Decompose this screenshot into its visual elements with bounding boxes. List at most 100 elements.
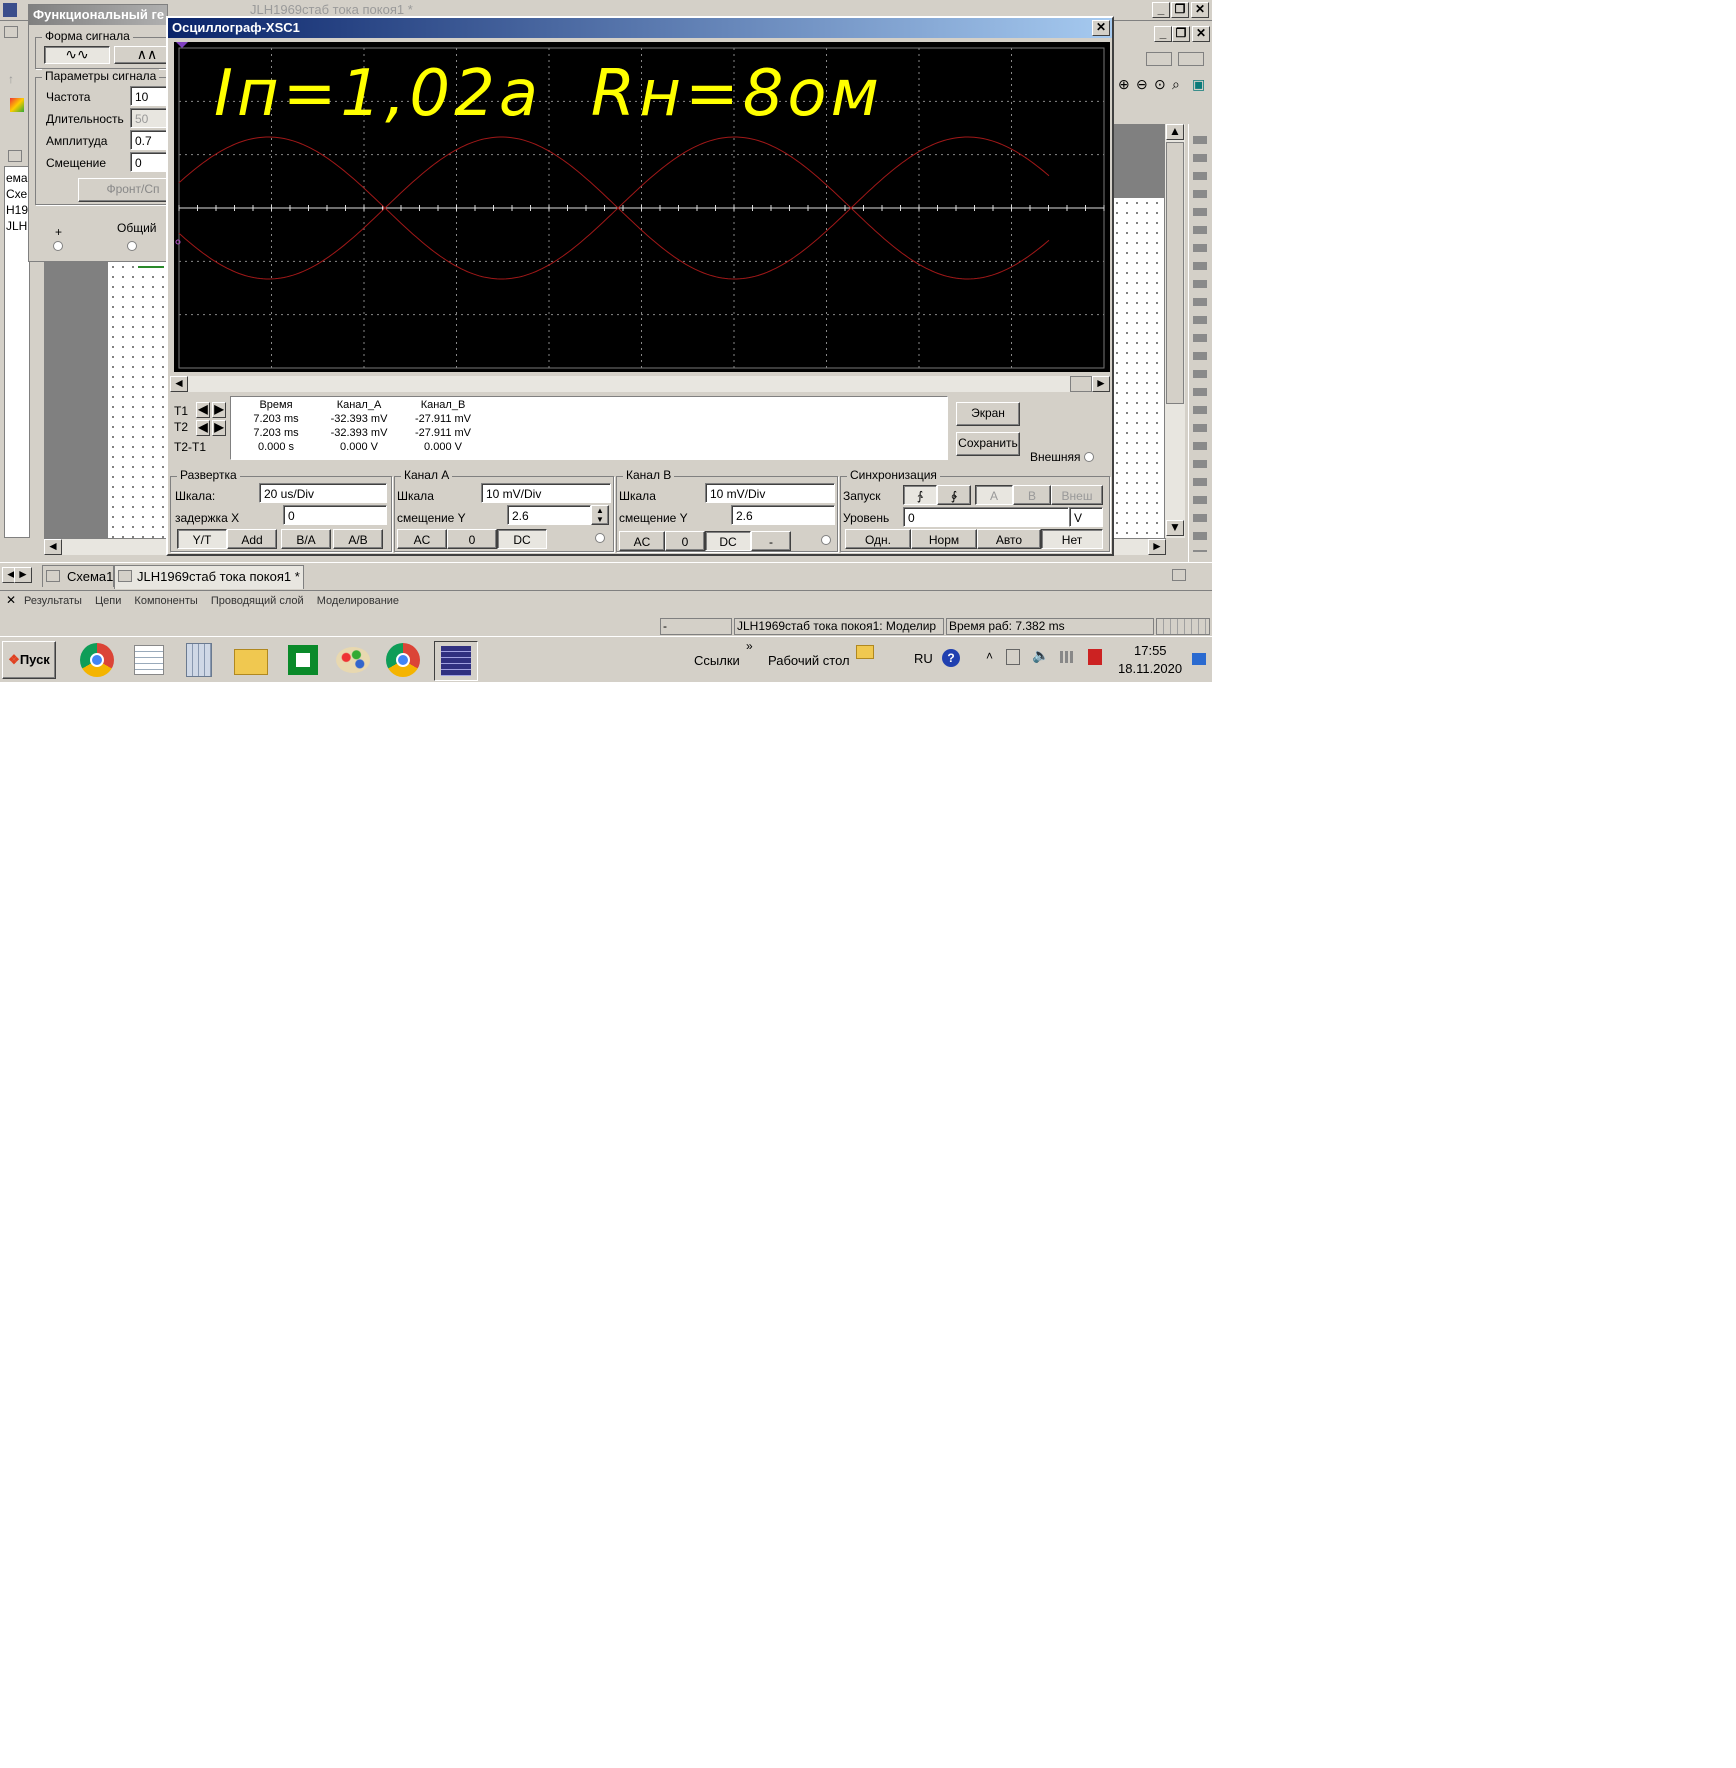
scroll-right-icon[interactable]: ► xyxy=(1148,539,1166,555)
offset-field[interactable]: 0 xyxy=(130,152,167,172)
channel-a-ac-button[interactable]: AC xyxy=(397,529,447,549)
triangle-wave-button[interactable]: ∧∧ xyxy=(114,46,167,64)
palette-icon[interactable] xyxy=(10,98,24,112)
tree-item[interactable]: Н19 xyxy=(6,203,28,217)
trigger-source-ext-button[interactable]: Внеш xyxy=(1051,485,1103,505)
trigger-source-a-button[interactable]: A xyxy=(975,485,1013,505)
calculator-icon[interactable] xyxy=(178,641,222,681)
panel-close-icon[interactable]: ✕ xyxy=(6,593,16,607)
tree-item[interactable]: ема xyxy=(6,171,28,185)
mode-ba-button[interactable]: B/A xyxy=(281,529,331,549)
tree-item[interactable]: Схе xyxy=(6,187,27,201)
amplitude-field[interactable]: 0.7 xyxy=(130,130,167,150)
pause-icon[interactable] xyxy=(1178,52,1204,66)
scroll-thumb[interactable] xyxy=(1166,142,1184,404)
mode-yt-button[interactable]: Y/T xyxy=(177,529,227,549)
panel-icon[interactable] xyxy=(1172,569,1186,581)
results-tab[interactable]: Компоненты xyxy=(134,595,197,607)
tab-scroll-right-icon[interactable]: ► xyxy=(14,567,32,583)
desktop-label[interactable]: Рабочий стол xyxy=(768,653,850,668)
chrome-icon[interactable] xyxy=(382,641,426,681)
doc-minimize-button[interactable]: _ xyxy=(1154,26,1172,42)
results-tab[interactable]: Проводящий слой xyxy=(211,595,304,607)
scope-scroll-right-icon[interactable]: ► xyxy=(1092,376,1110,392)
tab-jlh1969[interactable]: JLH1969стаб тока покоя1 * xyxy=(114,565,304,589)
fullscreen-icon[interactable]: ▣ xyxy=(1192,76,1205,93)
falling-edge-button[interactable]: ∲ xyxy=(937,485,971,505)
trigger-level-field[interactable]: 0 xyxy=(903,507,1069,527)
instrument-icon[interactable] xyxy=(1146,52,1172,66)
trigger-none-button[interactable]: Нет xyxy=(1041,529,1103,549)
channel-b-ac-button[interactable]: AC xyxy=(619,531,665,551)
close-button[interactable]: ✕ xyxy=(1191,2,1209,18)
tree-item[interactable]: JLH xyxy=(6,219,27,233)
results-tab[interactable]: Результаты xyxy=(24,595,82,607)
multisim-icon[interactable] xyxy=(434,641,478,681)
restore-button[interactable]: ❐ xyxy=(1171,2,1189,18)
start-button[interactable]: ❖Пуск xyxy=(2,641,56,679)
help-icon[interactable]: ? xyxy=(942,649,960,667)
frequency-field[interactable]: 10 xyxy=(130,86,167,106)
links-expand-icon[interactable]: » xyxy=(746,639,753,653)
scope-scroll-thumb[interactable] xyxy=(1070,376,1092,392)
scroll-left-icon[interactable]: ◄ xyxy=(44,539,62,555)
channel-b-scale-field[interactable]: 10 mV/Div xyxy=(705,483,835,503)
zoom-fit-icon[interactable]: ⌕ xyxy=(1172,76,1180,93)
trigger-level-unit[interactable]: V xyxy=(1069,507,1103,527)
clock-date[interactable]: 18.11.2020 xyxy=(1118,661,1182,676)
scroll-down-icon[interactable]: ▼ xyxy=(1166,520,1184,536)
trigger-auto-button[interactable]: Авто xyxy=(977,529,1041,549)
scope-close-button[interactable]: ✕ xyxy=(1092,20,1110,36)
sine-wave-button[interactable]: ∿∿ xyxy=(44,46,110,64)
horizontal-scrollbar[interactable]: ◄ xyxy=(44,538,168,555)
zoom-out-icon[interactable]: ⊖ xyxy=(1136,76,1148,93)
screen-button[interactable]: Экран xyxy=(956,402,1020,426)
zoom-in-icon[interactable]: ⊕ xyxy=(1118,76,1130,93)
amd-icon[interactable] xyxy=(282,641,326,681)
doc-icon[interactable] xyxy=(4,26,18,38)
network-icon[interactable] xyxy=(1006,649,1020,665)
notepad-icon[interactable] xyxy=(128,641,172,681)
channel-b-zero-button[interactable]: 0 xyxy=(665,531,705,551)
scope-screen[interactable]: Iп=1,02а Rн=8ом xyxy=(174,42,1110,372)
channel-b-offset-field[interactable]: 2.6 xyxy=(731,505,835,525)
zoom-area-icon[interactable]: ⊙ xyxy=(1154,76,1166,93)
channel-a-offset-field[interactable]: 2.6 xyxy=(507,505,591,525)
tree-icon[interactable] xyxy=(8,150,22,162)
channel-a-zero-button[interactable]: 0 xyxy=(447,529,497,549)
trigger-source-b-button[interactable]: B xyxy=(1013,485,1051,505)
links-label[interactable]: Ссылки xyxy=(694,653,740,668)
t2-left-icon[interactable]: ◀ xyxy=(196,420,210,436)
channel-a-terminal[interactable] xyxy=(595,533,605,543)
cursor-marker-icon[interactable] xyxy=(176,42,188,48)
show-desktop-icon[interactable] xyxy=(1192,653,1206,665)
channel-a-dc-button[interactable]: DC xyxy=(497,529,547,549)
common-terminal[interactable] xyxy=(127,241,137,251)
trigger-normal-button[interactable]: Норм xyxy=(911,529,977,549)
rising-edge-button[interactable]: ∱ xyxy=(903,485,937,505)
schematic-canvas-left[interactable] xyxy=(108,262,168,538)
chrome-icon[interactable] xyxy=(76,641,120,681)
schematic-canvas-right[interactable] xyxy=(1112,198,1164,538)
mode-add-button[interactable]: Add xyxy=(227,529,277,549)
clock-time[interactable]: 17:55 xyxy=(1134,643,1167,658)
trigger-single-button[interactable]: Одн. xyxy=(845,529,911,549)
plus-terminal[interactable] xyxy=(53,241,63,251)
folder-icon[interactable] xyxy=(230,641,274,681)
external-terminal[interactable] xyxy=(1084,452,1094,462)
horizontal-scrollbar-right[interactable]: ► xyxy=(1112,538,1166,555)
rise-fall-button[interactable]: Фронт/Сп xyxy=(78,178,167,202)
vertical-scrollbar[interactable]: ▲ ▼ xyxy=(1164,124,1185,538)
paint-icon[interactable] xyxy=(332,641,376,681)
scroll-up-icon[interactable]: ▲ xyxy=(1166,124,1184,140)
flag-error-icon[interactable] xyxy=(1088,649,1102,665)
t1-left-icon[interactable]: ◀ xyxy=(196,402,210,418)
x-delay-field[interactable]: 0 xyxy=(283,505,387,525)
timebase-scale-field[interactable]: 20 us/Div xyxy=(259,483,387,503)
doc-restore-button[interactable]: ❐ xyxy=(1172,26,1190,42)
mode-ab-button[interactable]: A/B xyxy=(333,529,383,549)
minimize-button[interactable]: _ xyxy=(1152,2,1170,18)
desktop-folder-icon[interactable] xyxy=(856,645,874,659)
doc-close-button[interactable]: ✕ xyxy=(1192,26,1210,42)
signal-icon[interactable] xyxy=(1060,651,1076,663)
